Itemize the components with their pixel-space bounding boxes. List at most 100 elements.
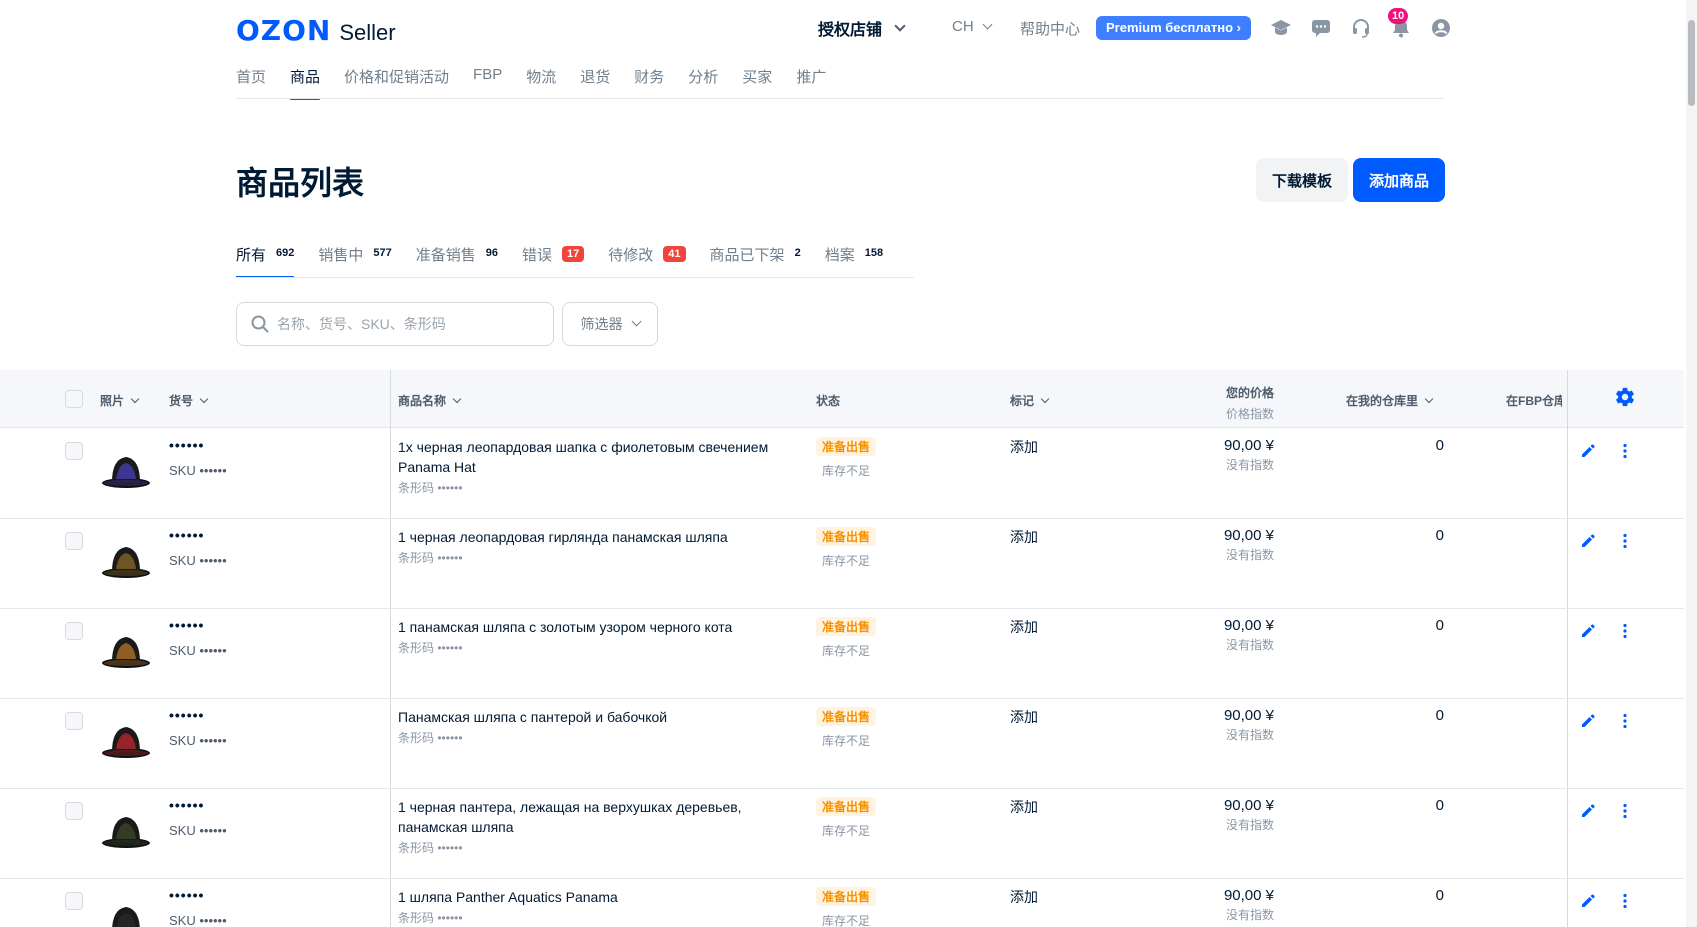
user-avatar-icon[interactable] xyxy=(1430,17,1452,39)
row-checkbox[interactable] xyxy=(65,532,83,550)
logo-seller-text: Seller xyxy=(339,20,396,45)
black-leopard-hat-icon[interactable] xyxy=(100,539,152,579)
row-checkbox[interactable] xyxy=(65,802,83,820)
product-name[interactable]: 1 черная пантера, лежащая на верхушках д… xyxy=(398,797,788,858)
select-all-checkbox[interactable] xyxy=(65,390,83,408)
column-photo[interactable]: 照片 xyxy=(100,392,140,409)
tab-all[interactable]: 所有 692 xyxy=(236,244,295,278)
scrollbar-thumb[interactable] xyxy=(1688,20,1695,106)
nav-finance[interactable]: 财务 xyxy=(634,66,664,100)
edit-pencil-icon[interactable] xyxy=(1580,713,1596,734)
edit-pencil-icon[interactable] xyxy=(1580,803,1596,824)
chat-icon[interactable] xyxy=(1310,17,1332,39)
add-mark-link[interactable]: 添加 xyxy=(1010,707,1038,727)
more-actions-icon[interactable] xyxy=(1622,443,1628,464)
add-mark-link[interactable]: 添加 xyxy=(1010,887,1038,907)
tab-ready-for-sale[interactable]: 准备销售 96 xyxy=(416,244,498,278)
nav-buyers[interactable]: 买家 xyxy=(742,66,772,100)
black-panther-hat-icon[interactable] xyxy=(100,809,152,849)
tab-needs-fix[interactable]: 待修改 41 xyxy=(608,244,686,278)
row-checkbox[interactable] xyxy=(65,712,83,730)
language-selector[interactable]: CH xyxy=(952,18,993,35)
nav-fbp[interactable]: FBP xyxy=(473,66,502,100)
education-cap-icon[interactable] xyxy=(1270,17,1292,39)
nav-analytics[interactable]: 分析 xyxy=(688,66,718,100)
product-price[interactable]: 90,00 ¥ 没有指数 xyxy=(1180,437,1274,473)
nav-promotion[interactable]: 推广 xyxy=(796,66,826,100)
product-price[interactable]: 90,00 ¥ 没有指数 xyxy=(1180,887,1274,923)
aquatics-hat-icon[interactable] xyxy=(100,899,152,927)
tab-count: 577 xyxy=(373,247,392,259)
product-price[interactable]: 90,00 ¥ 没有指数 xyxy=(1180,617,1274,653)
search-input[interactable] xyxy=(277,316,547,332)
help-center-link[interactable]: 帮助中心 xyxy=(1020,18,1080,39)
column-status: 状态 xyxy=(816,394,841,408)
table-settings-gear-icon[interactable] xyxy=(1614,386,1636,413)
product-name[interactable]: 1x черная леопардовая шапка с фиолетовым… xyxy=(398,437,788,498)
price-index: 没有指数 xyxy=(1225,908,1274,922)
nav-prices-promotions[interactable]: 价格和促销活动 xyxy=(344,66,449,100)
product-name[interactable]: 1 панамская шляпа с золотым узором черно… xyxy=(398,617,788,658)
store-selector[interactable]: 授权店铺 xyxy=(818,16,906,40)
row-checkbox[interactable] xyxy=(65,622,83,640)
more-actions-icon[interactable] xyxy=(1622,893,1628,914)
product-price[interactable]: 90,00 ¥ 没有指数 xyxy=(1180,527,1274,563)
support-headset-icon[interactable] xyxy=(1350,17,1372,39)
chevron-down-icon xyxy=(631,316,641,327)
more-actions-icon[interactable] xyxy=(1622,533,1628,554)
status-subtext: 库存不足 xyxy=(822,914,871,927)
nav-logistics[interactable]: 物流 xyxy=(526,66,556,100)
edit-pencil-icon[interactable] xyxy=(1580,623,1596,644)
tab-label: 错误 xyxy=(522,247,553,264)
product-price[interactable]: 90,00 ¥ 没有指数 xyxy=(1180,707,1274,743)
column-price[interactable]: 您的价格 价格指数 xyxy=(1180,384,1274,422)
column-fbp-stock[interactable]: 在FBP仓库 xyxy=(1506,392,1562,409)
filter-button[interactable]: 筛选器 xyxy=(562,302,658,346)
table-row[interactable]: •••••• SKU •••••• 1 черная леопардовая г… xyxy=(0,519,1684,609)
table-row[interactable]: •••••• SKU •••••• Панамская шляпа с пант… xyxy=(0,699,1684,789)
download-template-button[interactable]: 下载模板 xyxy=(1256,158,1348,202)
tab-delisted[interactable]: 商品已下架 2 xyxy=(710,244,801,278)
add-mark-link[interactable]: 添加 xyxy=(1010,797,1038,817)
table-row[interactable]: •••••• SKU •••••• 1x черная леопардовая … xyxy=(0,429,1684,519)
row-checkbox[interactable] xyxy=(65,442,83,460)
row-checkbox[interactable] xyxy=(65,892,83,910)
product-name[interactable]: Панамская шляпа с пантерой и бабочкой 条形… xyxy=(398,707,788,748)
tab-archive[interactable]: 档案 158 xyxy=(825,244,883,278)
product-name[interactable]: 1 черная леопардовая гирлянда панамская … xyxy=(398,527,788,568)
gold-cat-hat-icon[interactable] xyxy=(100,629,152,669)
product-name[interactable]: 1 шляпа Panther Aquatics Panama 条形码 ••••… xyxy=(398,887,788,927)
add-mark-link[interactable]: 添加 xyxy=(1010,527,1038,547)
add-product-button[interactable]: 添加商品 xyxy=(1353,158,1445,202)
table-row[interactable]: •••••• SKU •••••• 1 панамская шляпа с зо… xyxy=(0,609,1684,699)
nav-home[interactable]: 首页 xyxy=(236,66,266,100)
nav-products[interactable]: 商品 xyxy=(290,66,321,100)
column-mark[interactable]: 标记 xyxy=(1010,392,1050,409)
more-actions-icon[interactable] xyxy=(1622,803,1628,824)
product-price[interactable]: 90,00 ¥ 没有指数 xyxy=(1180,797,1274,833)
add-mark-link[interactable]: 添加 xyxy=(1010,617,1038,637)
more-actions-icon[interactable] xyxy=(1622,623,1628,644)
purple-hat-icon[interactable] xyxy=(100,449,152,489)
tab-on-sale[interactable]: 销售中 577 xyxy=(318,244,391,278)
more-actions-icon[interactable] xyxy=(1622,713,1628,734)
premium-button[interactable]: Premium бесплатно › xyxy=(1096,16,1252,40)
ozon-seller-logo[interactable]: OZON Seller xyxy=(236,14,396,47)
table-row[interactable]: •••••• SKU •••••• 1 черная пантера, лежа… xyxy=(0,789,1684,879)
table-row[interactable]: •••••• SKU •••••• 1 шляпа Panther Aquati… xyxy=(0,879,1684,927)
column-name[interactable]: 商品名称 xyxy=(398,392,462,409)
product-sku: SKU •••••• xyxy=(169,553,227,568)
edit-pencil-icon[interactable] xyxy=(1580,443,1596,464)
nav-returns[interactable]: 退货 xyxy=(580,66,610,100)
edit-pencil-icon[interactable] xyxy=(1580,533,1596,554)
red-panther-hat-icon[interactable] xyxy=(100,719,152,759)
add-mark-link[interactable]: 添加 xyxy=(1010,437,1038,457)
column-article[interactable]: 货号 xyxy=(169,392,209,409)
price-index: 没有指数 xyxy=(1225,818,1274,832)
page-scrollbar[interactable] xyxy=(1686,0,1697,927)
tab-label: 准备销售 xyxy=(415,247,476,264)
tab-errors[interactable]: 错误 17 xyxy=(522,244,585,278)
edit-pencil-icon[interactable] xyxy=(1580,893,1596,914)
column-stock[interactable]: 在我的仓库里 xyxy=(1346,392,1434,409)
status-subtext: 库存不足 xyxy=(822,464,871,478)
